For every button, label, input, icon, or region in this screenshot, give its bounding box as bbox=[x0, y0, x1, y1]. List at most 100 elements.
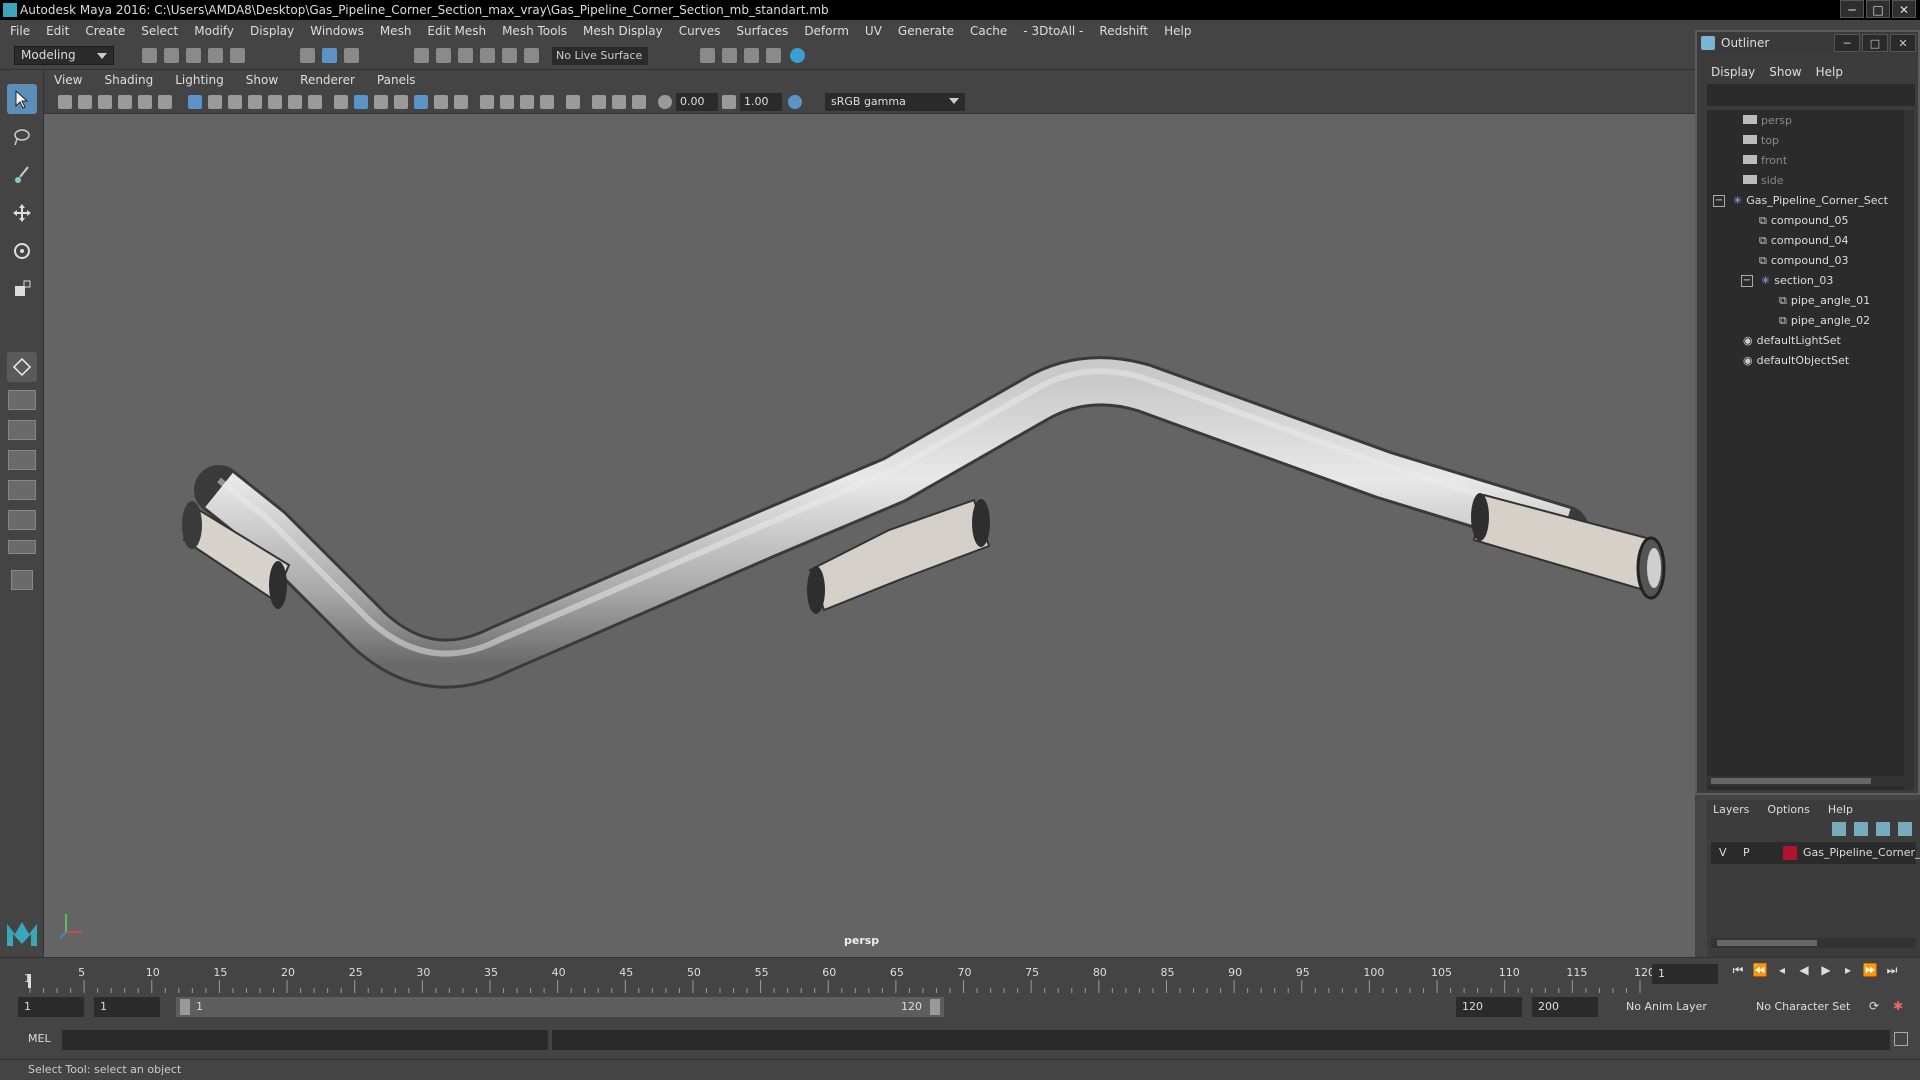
outliner-item-default-object-set[interactable]: ◉ defaultObjectSet bbox=[1743, 352, 1849, 370]
go-to-start-icon[interactable]: ⏮ bbox=[1730, 963, 1746, 979]
animation-end-field[interactable]: 200 bbox=[1532, 997, 1598, 1017]
soft-select-button[interactable] bbox=[7, 352, 37, 382]
redo-icon[interactable] bbox=[230, 48, 245, 63]
menu-modify[interactable]: Modify bbox=[194, 24, 234, 38]
layer-visibility-toggle[interactable]: V bbox=[1719, 842, 1727, 864]
layout-four-icon[interactable] bbox=[8, 420, 36, 440]
command-input[interactable] bbox=[62, 1030, 548, 1050]
play-backwards-icon[interactable]: ◀ bbox=[1796, 963, 1812, 979]
select-object-icon[interactable] bbox=[322, 48, 337, 63]
new-layer-selected-icon[interactable] bbox=[1898, 822, 1912, 836]
play-forwards-icon[interactable]: ▶ bbox=[1818, 963, 1834, 979]
range-start-handle[interactable] bbox=[180, 999, 190, 1015]
move-tool-button[interactable] bbox=[7, 198, 37, 228]
snap-grid-icon[interactable] bbox=[414, 48, 429, 63]
outliner-maximize-button[interactable]: □ bbox=[1862, 34, 1888, 52]
outliner-item-default-light-set[interactable]: ◉ defaultLightSet bbox=[1743, 332, 1841, 350]
snap-point-icon[interactable] bbox=[458, 48, 473, 63]
ipr-render-icon[interactable] bbox=[744, 48, 759, 63]
layout-side-icon[interactable] bbox=[8, 450, 36, 470]
menu-mesh-display[interactable]: Mesh Display bbox=[583, 24, 663, 38]
live-surface-field[interactable]: No Live Surface bbox=[552, 47, 648, 65]
current-frame-field[interactable]: 1 bbox=[1652, 964, 1718, 984]
layout-single-icon[interactable] bbox=[8, 390, 36, 410]
select-component-icon[interactable] bbox=[344, 48, 359, 63]
animation-prefs-icon[interactable]: ✱ bbox=[1890, 999, 1906, 1015]
menu-select[interactable]: Select bbox=[141, 24, 178, 38]
outliner-item-pipe-angle-02[interactable]: ⧉ pipe_angle_02 bbox=[1779, 312, 1870, 330]
menu-set-dropdown[interactable]: Modeling bbox=[14, 46, 114, 65]
maximize-button[interactable]: □ bbox=[1866, 0, 1890, 18]
menu-help[interactable]: Help bbox=[1164, 24, 1191, 38]
layout-stack-icon[interactable] bbox=[8, 480, 36, 500]
step-forward-key-icon[interactable]: ⏩ bbox=[1862, 963, 1878, 979]
collapse-icon[interactable]: − bbox=[1713, 195, 1725, 207]
menu-curves[interactable]: Curves bbox=[679, 24, 721, 38]
menu-uv[interactable]: UV bbox=[865, 24, 882, 38]
outliner-menu-help[interactable]: Help bbox=[1816, 65, 1843, 79]
snap-surface-icon[interactable] bbox=[524, 48, 539, 63]
time-slider-ruler[interactable]: 5 10 15 20 25 30 35 40 45 50 55 60 65 70 75 80 85 90 95 100… bbox=[20, 958, 1660, 994]
layout-menu-icon[interactable] bbox=[11, 570, 33, 590]
outliner-item-group-root[interactable]: − ✳ Gas_Pipeline_Corner_Sect bbox=[1713, 192, 1888, 210]
anim-layer-dropdown[interactable]: No Anim Layer bbox=[1620, 997, 1740, 1017]
step-back-key-icon[interactable]: ⏪ bbox=[1752, 963, 1768, 979]
outliner-minimize-button[interactable]: ─ bbox=[1834, 34, 1860, 52]
lasso-tool-button[interactable] bbox=[7, 122, 37, 152]
select-hierarchy-icon[interactable] bbox=[300, 48, 315, 63]
move-layer-down-icon[interactable] bbox=[1854, 822, 1868, 836]
outliner-menu-show[interactable]: Show bbox=[1769, 65, 1801, 79]
menu-3dtoall[interactable]: - 3DtoAll - bbox=[1023, 24, 1083, 38]
snap-curve-icon[interactable] bbox=[436, 48, 451, 63]
auto-key-icon[interactable]: ⟳ bbox=[1866, 999, 1882, 1015]
step-back-frame-icon[interactable]: ◂ bbox=[1774, 963, 1790, 979]
perspective-viewport[interactable]: View Shading Lighting Show Renderer Pane… bbox=[44, 70, 1695, 957]
outliner-vertical-scrollbar[interactable] bbox=[1904, 110, 1914, 790]
render-settings-icon[interactable] bbox=[766, 48, 781, 63]
outliner-item-front[interactable]: front bbox=[1743, 152, 1787, 170]
layers-menu-help[interactable]: Help bbox=[1828, 800, 1853, 820]
undo-icon[interactable] bbox=[208, 48, 223, 63]
time-slider[interactable]: 5 10 15 20 25 30 35 40 45 50 55 60 65 70 75 80 85 90 95 100… bbox=[0, 957, 1920, 994]
layout-custom-icon[interactable] bbox=[8, 540, 36, 554]
render-view-icon[interactable] bbox=[700, 48, 715, 63]
menu-deform[interactable]: Deform bbox=[804, 24, 849, 38]
script-editor-icon[interactable] bbox=[1894, 1032, 1908, 1046]
layer-playback-toggle[interactable]: P bbox=[1743, 842, 1750, 864]
layer-row[interactable]: V P Gas_Pipeline_Corner_S bbox=[1711, 842, 1920, 864]
outliner-close-button[interactable]: ✕ bbox=[1890, 34, 1916, 52]
outliner-item-top[interactable]: top bbox=[1743, 132, 1779, 150]
menu-display[interactable]: Display bbox=[250, 24, 294, 38]
layers-menu-options[interactable]: Options bbox=[1767, 800, 1809, 820]
outliner-item-section-03[interactable]: − ✳ section_03 bbox=[1741, 272, 1833, 290]
layers-menu-layers[interactable]: Layers bbox=[1713, 800, 1749, 820]
outliner-item-pipe-angle-01[interactable]: ⧉ pipe_angle_01 bbox=[1779, 292, 1870, 310]
collapse-icon[interactable]: − bbox=[1741, 275, 1753, 287]
outliner-item-side[interactable]: side bbox=[1743, 172, 1784, 190]
menu-file[interactable]: File bbox=[10, 24, 30, 38]
render-frame-icon[interactable] bbox=[722, 48, 737, 63]
outliner-item-compound-04[interactable]: ⧉ compound_04 bbox=[1759, 232, 1849, 250]
scale-tool-button[interactable] bbox=[7, 274, 37, 304]
rotate-tool-button[interactable] bbox=[7, 236, 37, 266]
menu-mesh-tools[interactable]: Mesh Tools bbox=[502, 24, 567, 38]
range-end-handle[interactable] bbox=[930, 999, 940, 1015]
layer-color-swatch[interactable] bbox=[1783, 846, 1797, 860]
menu-create[interactable]: Create bbox=[85, 24, 125, 38]
playback-start-field[interactable]: 1 bbox=[94, 997, 160, 1017]
outliner-search-input[interactable] bbox=[1707, 84, 1915, 106]
animation-start-field[interactable]: 1 bbox=[18, 997, 84, 1017]
layers-horizontal-scrollbar[interactable] bbox=[1711, 938, 1916, 948]
menu-windows[interactable]: Windows bbox=[310, 24, 364, 38]
outliner-item-persp[interactable]: persp bbox=[1743, 112, 1792, 130]
menu-surfaces[interactable]: Surfaces bbox=[736, 24, 788, 38]
go-to-end-icon[interactable]: ⏭ bbox=[1884, 963, 1900, 979]
paint-select-button[interactable] bbox=[7, 160, 37, 190]
minimize-button[interactable]: ─ bbox=[1840, 0, 1864, 18]
layout-outliner-icon[interactable] bbox=[8, 510, 36, 530]
select-tool-button[interactable] bbox=[7, 84, 37, 114]
menu-cache[interactable]: Cache bbox=[970, 24, 1007, 38]
outliner-item-compound-03[interactable]: ⧉ compound_03 bbox=[1759, 252, 1849, 270]
outliner-item-compound-05[interactable]: ⧉ compound_05 bbox=[1759, 212, 1849, 230]
move-layer-up-icon[interactable] bbox=[1832, 822, 1846, 836]
